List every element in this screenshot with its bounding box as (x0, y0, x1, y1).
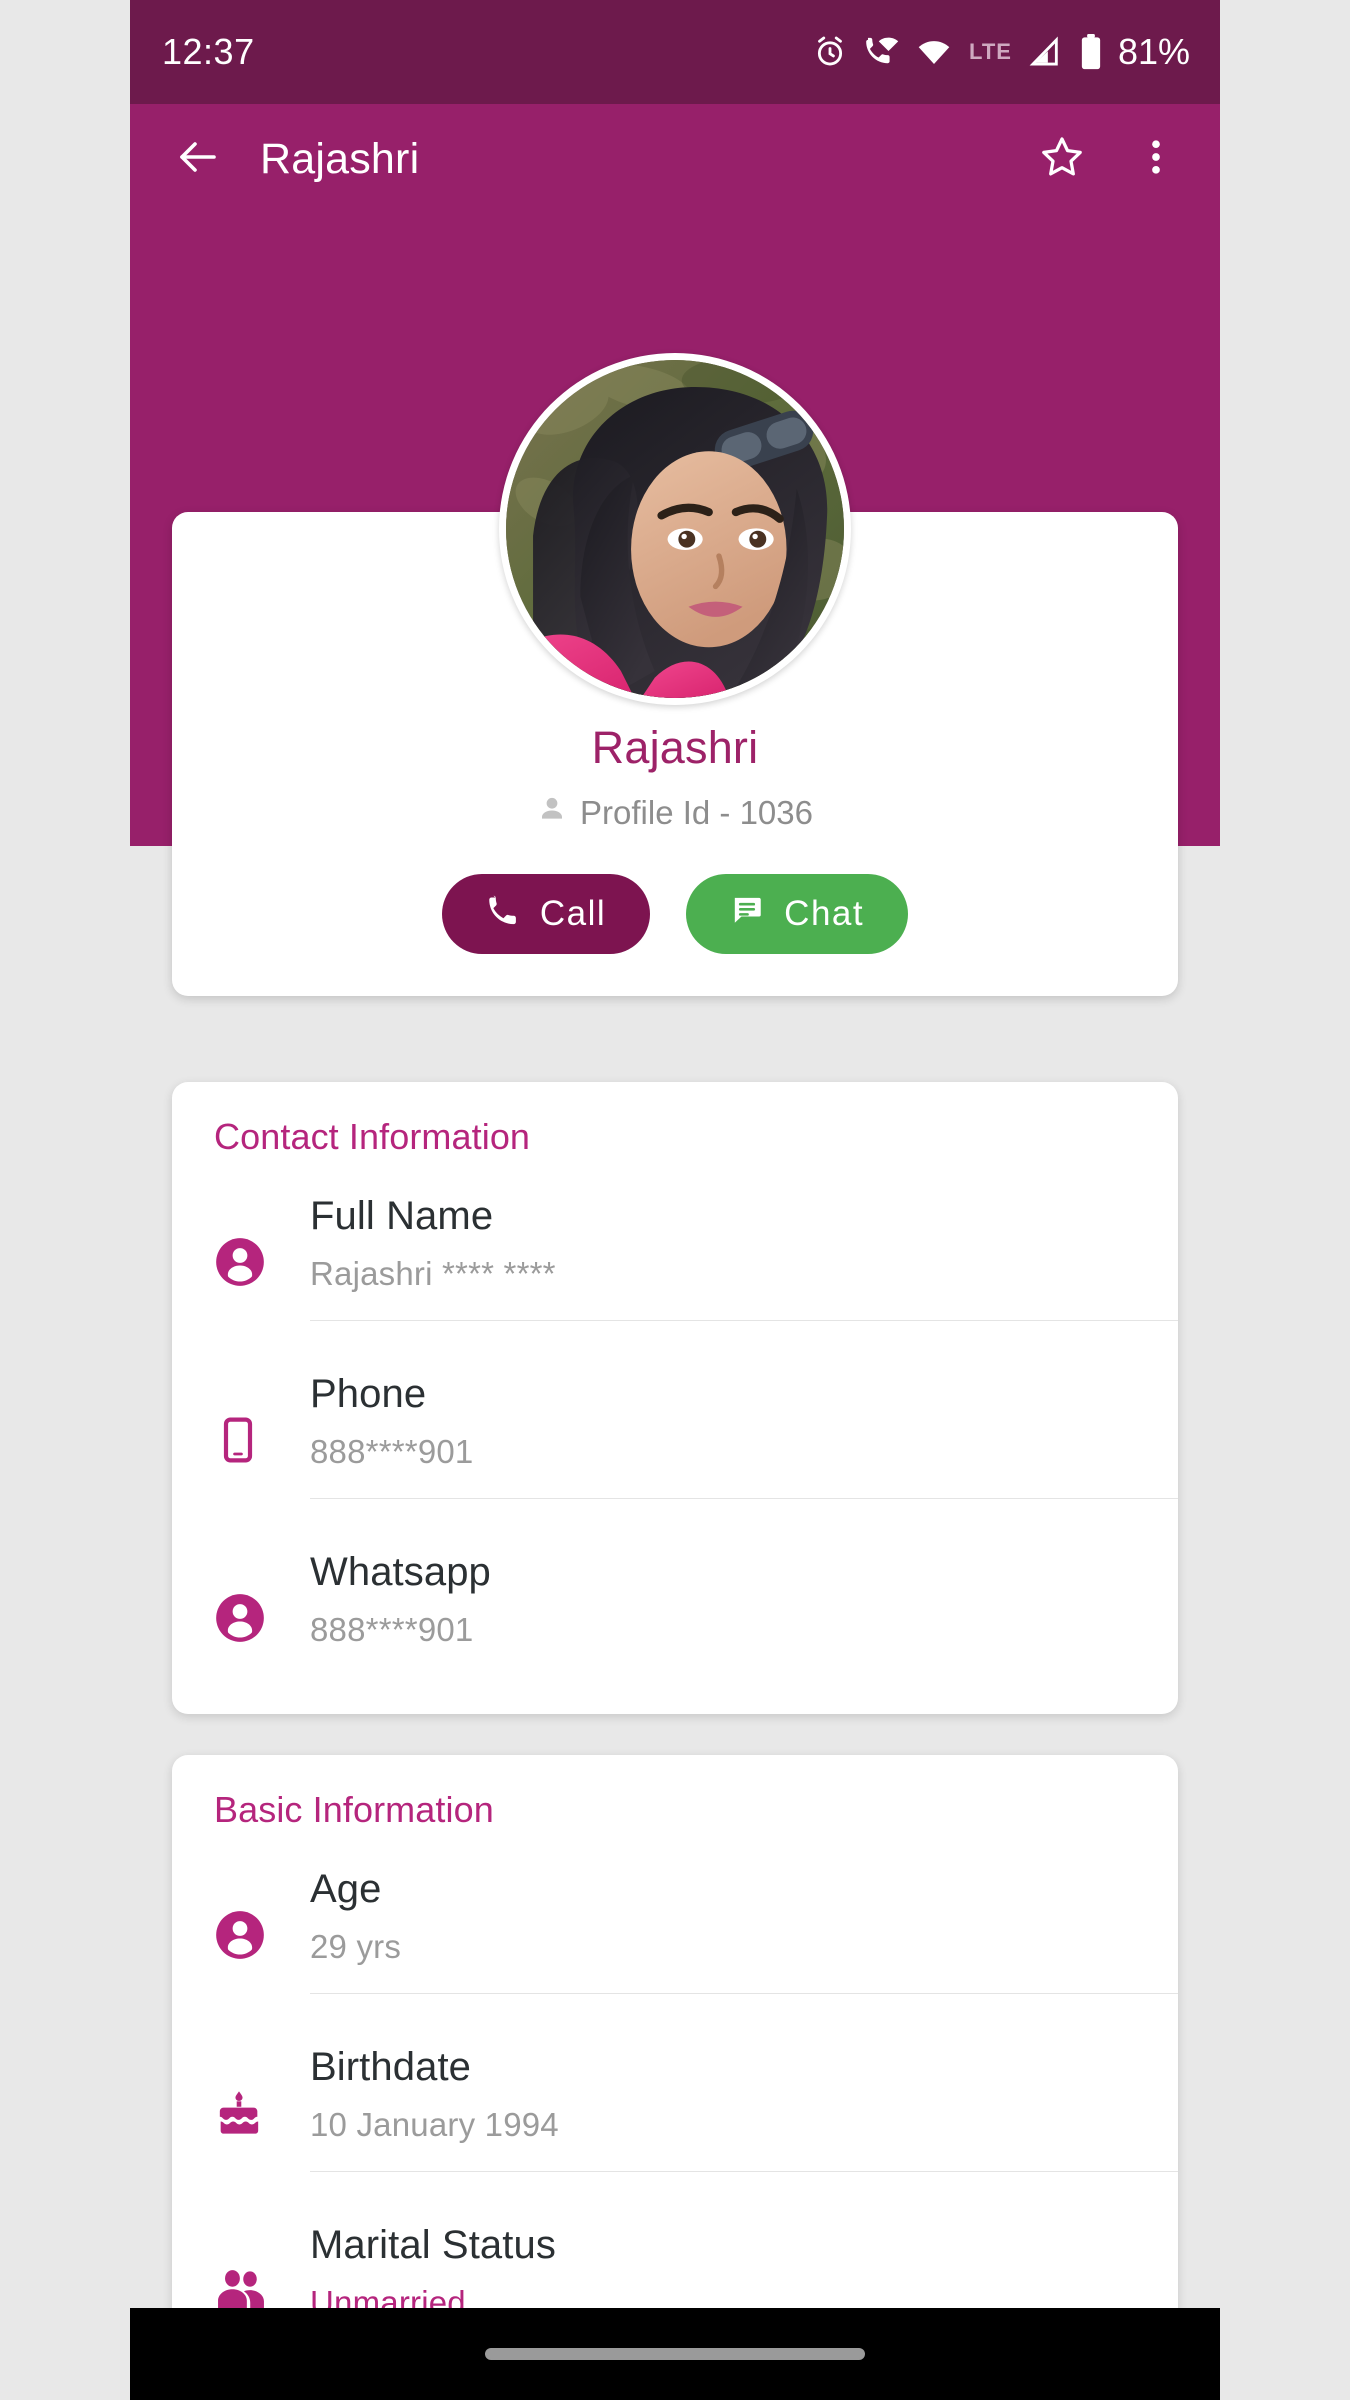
call-button[interactable]: Call (441, 874, 651, 954)
back-button[interactable] (160, 121, 236, 197)
vowifi-icon (863, 35, 899, 69)
phone-icon (486, 893, 520, 936)
row-value: 10 January 1994 (310, 2106, 559, 2143)
row-label: Age (310, 1867, 382, 1911)
signal-icon (1028, 35, 1062, 69)
contact-information-card: Contact Information Full Name Rajashri *… (172, 1082, 1178, 1714)
row-label: Marital Status (310, 2223, 556, 2267)
row-label: Phone (310, 1372, 427, 1416)
status-bar: 12:37 LTE 81% (130, 0, 1220, 104)
person-circle-icon (214, 1586, 310, 1644)
back-arrow-icon (174, 133, 222, 186)
more-vertical-icon (1134, 135, 1178, 184)
favorite-button[interactable] (1024, 121, 1100, 197)
profile-actions: Call Chat (172, 874, 1178, 954)
contact-row-full-name[interactable]: Full Name Rajashri **** **** (172, 1170, 1178, 1348)
system-navigation-bar (130, 2308, 1220, 2400)
app-viewport: 12:37 LTE 81% Rajashri Rajashri Profile … (130, 0, 1220, 2400)
person-icon (537, 794, 567, 832)
phone-screen: 12:37 LTE 81% Rajashri Rajashri Profile … (0, 0, 1350, 2400)
chat-button[interactable]: Chat (686, 874, 909, 954)
basic-information-card: Basic Information Age 29 yrs Birthdate 1… (172, 1755, 1178, 2387)
profile-photo (506, 360, 844, 698)
contact-information-title: Contact Information (214, 1116, 531, 1157)
contact-row-whatsapp[interactable]: Whatsapp 888****901 (172, 1526, 1178, 1704)
row-value: 888****901 (310, 1611, 474, 1648)
row-label: Whatsapp (310, 1550, 491, 1594)
overflow-menu-button[interactable] (1118, 121, 1194, 197)
smartphone-icon (214, 1410, 310, 1464)
avatar-photo (506, 360, 844, 698)
home-indicator[interactable] (485, 2348, 865, 2360)
avatar[interactable] (499, 353, 851, 705)
profile-name: Rajashri (591, 722, 759, 773)
app-bar-row: Rajashri (130, 104, 1220, 214)
basic-row-birthdate[interactable]: Birthdate 10 January 1994 (172, 2021, 1178, 2199)
contact-row-body: Phone 888****901 (310, 1348, 1178, 1499)
person-circle-icon (214, 1903, 310, 1961)
contact-row-phone[interactable]: Phone 888****901 (172, 1348, 1178, 1526)
profile-hero-card: Rajashri Profile Id - 1036 Call Chat (172, 353, 1178, 996)
row-label: Birthdate (310, 2045, 471, 2089)
basic-row-age[interactable]: Age 29 yrs (172, 1843, 1178, 2021)
alarm-icon (813, 35, 847, 69)
person-circle-icon (214, 1230, 310, 1288)
status-icons: LTE 81% (813, 31, 1190, 73)
battery-icon (1078, 34, 1104, 70)
basic-row-body: Age 29 yrs (310, 1843, 1178, 1994)
wifi-icon (915, 35, 953, 69)
status-time: 12:37 (162, 31, 255, 72)
chat-bubble-icon (730, 893, 764, 936)
call-button-label: Call (539, 894, 607, 933)
row-value: 29 yrs (310, 1928, 402, 1965)
app-bar-actions (1024, 121, 1194, 197)
network-type-label: LTE (969, 39, 1012, 64)
chat-button-label: Chat (784, 894, 865, 933)
profile-id-text: Profile Id - 1036 (580, 794, 813, 831)
contact-row-body: Full Name Rajashri **** **** (310, 1170, 1178, 1321)
star-outline-icon (1039, 134, 1085, 185)
basic-information-title: Basic Information (214, 1789, 494, 1830)
profile-id-row: Profile Id - 1036 (172, 794, 1178, 832)
birthday-cake-icon (214, 2082, 310, 2138)
row-value: Rajashri **** **** (310, 1255, 556, 1292)
basic-row-body: Birthdate 10 January 1994 (310, 2021, 1178, 2172)
row-label: Full Name (310, 1194, 494, 1238)
battery-percent: 81% (1117, 31, 1190, 72)
app-bar-title: Rajashri (260, 134, 420, 183)
row-value: 888****901 (310, 1433, 474, 1470)
contact-row-body: Whatsapp 888****901 (310, 1526, 1178, 1677)
